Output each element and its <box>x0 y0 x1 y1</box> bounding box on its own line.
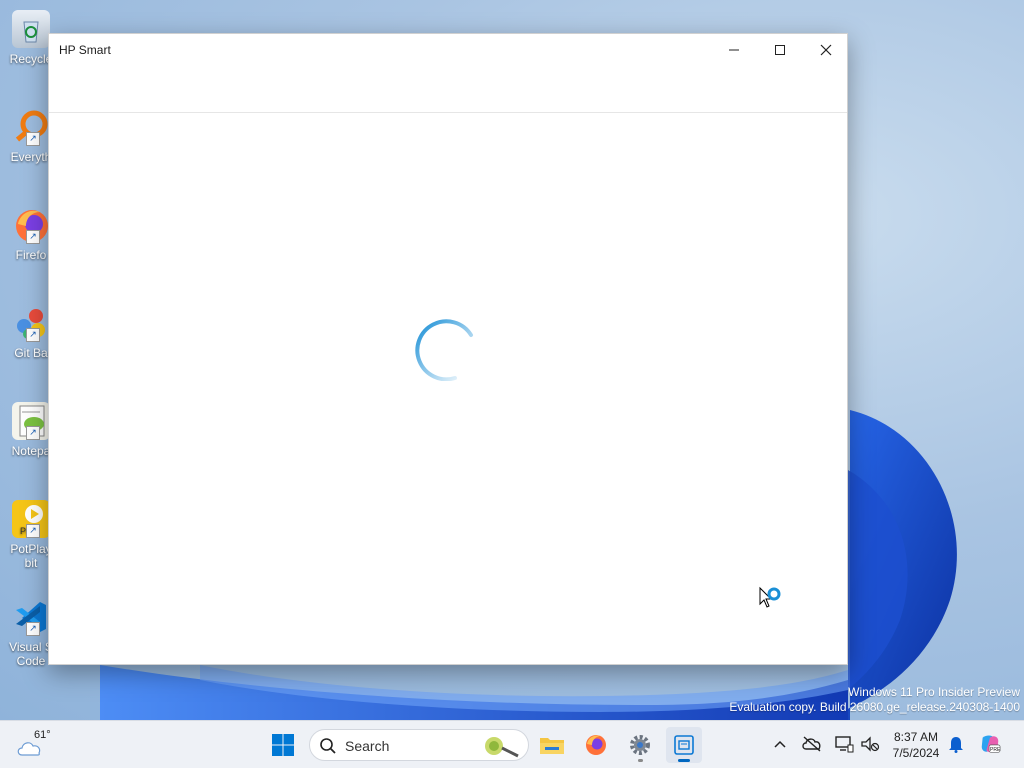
recycle-bin-icon <box>12 10 50 48</box>
desktop-icon-label: Git Ba <box>14 346 48 360</box>
everything-search-icon: ↗ <box>12 108 50 146</box>
desktop-icon-label: Everyth <box>10 150 52 164</box>
desktop-icon-label: Firefo <box>15 248 47 262</box>
copilot-icon: PRE <box>981 735 1001 753</box>
search-icon <box>320 738 336 754</box>
show-hidden-icons-button[interactable] <box>769 733 791 755</box>
git-bash-icon: ↗ <box>12 304 50 342</box>
shortcut-arrow-icon: ↗ <box>26 622 40 636</box>
network-tray[interactable] <box>833 733 855 755</box>
watermark-line-2: Evaluation copy. Build 26080.ge_release.… <box>729 700 1020 714</box>
cloud-offline-icon <box>802 736 821 752</box>
taskbar-hp-smart[interactable] <box>666 727 702 763</box>
notepad-plus-plus-icon: ↗ <box>12 402 50 440</box>
potplayer-icon: Play ↗ <box>12 500 50 538</box>
title-bar[interactable]: HP Smart <box>49 34 847 66</box>
window-title: HP Smart <box>59 43 111 57</box>
busy-cursor-icon <box>759 586 781 608</box>
desktop-icon-label: PotPlay bit <box>10 542 52 570</box>
start-button[interactable] <box>265 727 301 763</box>
close-icon <box>820 44 832 56</box>
minimize-icon <box>729 49 739 51</box>
volume-tray[interactable] <box>859 733 881 755</box>
clock-time: 8:37 AM <box>893 730 939 744</box>
hp-smart-icon <box>674 735 694 755</box>
shortcut-arrow-icon: ↗ <box>26 328 40 342</box>
desktop-icon-label: Visual S Code <box>9 640 53 668</box>
close-button[interactable] <box>803 34 849 66</box>
shortcut-arrow-icon: ↗ <box>26 426 40 440</box>
search-placeholder: Search <box>345 738 390 754</box>
speaker-muted-icon <box>861 736 880 752</box>
taskbar-settings[interactable] <box>622 727 658 763</box>
taskbar: 61° Search 8:37 AM 7/5/2024 PRE <box>0 720 1024 768</box>
windows-logo-icon <box>272 734 294 756</box>
shortcut-arrow-icon: ↗ <box>26 524 40 538</box>
desktop-icon-label: Notepa <box>11 444 51 458</box>
chevron-up-icon <box>774 740 786 748</box>
folder-icon <box>540 738 564 754</box>
firefox-icon: ↗ <box>12 206 50 244</box>
taskbar-search-box[interactable]: Search <box>309 729 529 761</box>
search-highlight-icon <box>485 737 519 758</box>
taskbar-firefox[interactable] <box>578 727 614 763</box>
hp-smart-window[interactable]: HP Smart <box>48 33 848 665</box>
windows-watermark: Windows 11 Pro Insider Preview Evaluatio… <box>729 685 1020 715</box>
taskbar-file-explorer[interactable] <box>534 727 570 763</box>
network-icon <box>835 736 854 753</box>
app-header <box>49 66 847 113</box>
onedrive-tray[interactable] <box>801 733 823 755</box>
firefox-icon <box>586 735 606 755</box>
shortcut-arrow-icon: ↗ <box>26 132 40 146</box>
weather-temp: 61° <box>34 729 51 741</box>
taskbar-clock[interactable]: 8:37 AM 7/5/2024 <box>884 729 948 761</box>
vscode-icon: ↗ <box>12 598 50 636</box>
bell-icon <box>949 737 963 753</box>
shortcut-arrow-icon: ↗ <box>26 230 40 244</box>
gear-icon <box>630 735 650 755</box>
copilot-button[interactable]: PRE <box>979 733 1001 755</box>
running-indicator <box>638 759 643 762</box>
watermark-line-1: Windows 11 Pro Insider Preview <box>848 685 1020 699</box>
desktop-icon-label: Recycle <box>9 52 53 66</box>
notification-center-button[interactable] <box>945 733 967 755</box>
active-indicator <box>678 759 690 762</box>
maximize-button[interactable] <box>757 34 803 66</box>
loading-spinner-icon <box>415 319 473 381</box>
svg-text:PRE: PRE <box>990 747 1001 753</box>
maximize-icon <box>775 45 785 55</box>
clock-date: 7/5/2024 <box>892 746 940 760</box>
weather-widget[interactable]: 61° <box>16 729 56 761</box>
minimize-button[interactable] <box>711 34 757 66</box>
